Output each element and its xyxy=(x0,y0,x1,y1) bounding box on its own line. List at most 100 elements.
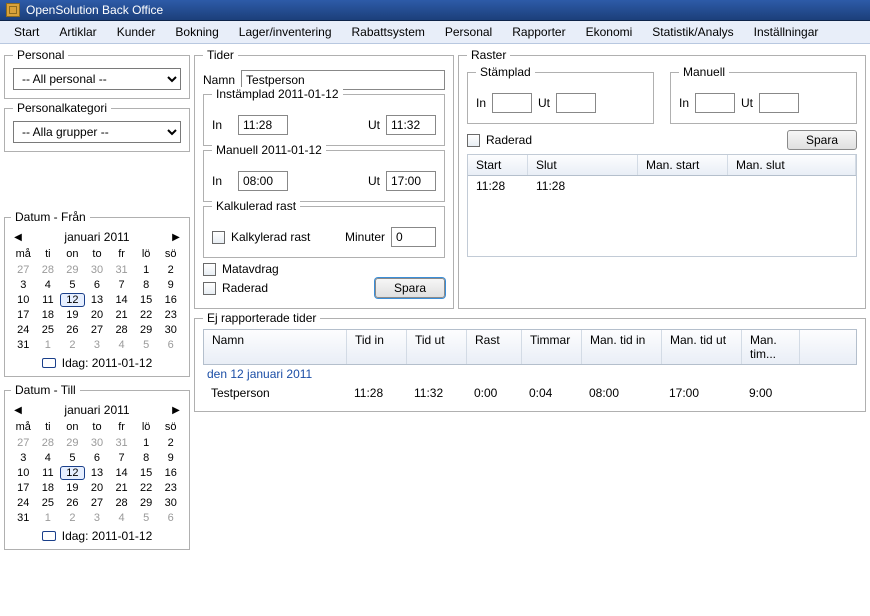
minuter-input[interactable] xyxy=(391,227,436,247)
cal-day[interactable]: 9 xyxy=(158,278,183,292)
cal-day[interactable]: 28 xyxy=(109,496,134,510)
cal-day[interactable]: 30 xyxy=(85,263,110,277)
cal-day[interactable]: 5 xyxy=(134,338,159,352)
cal-day[interactable]: 14 xyxy=(109,466,134,480)
raster-raderad-checkbox[interactable]: Raderad xyxy=(467,133,532,147)
cal-day[interactable]: 16 xyxy=(158,466,183,480)
menu-start[interactable]: Start xyxy=(4,21,49,43)
ej-row[interactable]: Testperson11:2811:320:000:0408:0017:009:… xyxy=(203,383,857,403)
cal-day[interactable]: 30 xyxy=(158,323,183,337)
cal-day[interactable]: 27 xyxy=(11,436,36,450)
col-tidin[interactable]: Tid in xyxy=(347,330,407,364)
cal-day[interactable]: 3 xyxy=(11,451,36,465)
col-tidut[interactable]: Tid ut xyxy=(407,330,467,364)
cal-to-today[interactable]: Idag: 2011-01-12 xyxy=(62,529,153,543)
col-mantidut[interactable]: Man. tid ut xyxy=(662,330,742,364)
cal-day[interactable]: 24 xyxy=(11,496,36,510)
cal-day[interactable]: 13 xyxy=(85,466,110,480)
cal-day[interactable]: 18 xyxy=(36,481,61,495)
raster-spara-button[interactable]: Spara xyxy=(787,130,857,150)
menu-ekonomi[interactable]: Ekonomi xyxy=(576,21,643,43)
cal-day[interactable]: 28 xyxy=(109,323,134,337)
cal-day[interactable]: 5 xyxy=(60,278,85,292)
cal-day[interactable]: 1 xyxy=(134,436,159,450)
cal-day[interactable]: 2 xyxy=(60,338,85,352)
cal-day[interactable]: 5 xyxy=(60,451,85,465)
cal-day[interactable]: 22 xyxy=(134,308,159,322)
cal-day[interactable]: 3 xyxy=(85,511,110,525)
kategori-select[interactable]: -- Alla grupper -- xyxy=(13,121,181,143)
cal-day[interactable]: 10 xyxy=(11,466,36,480)
cal-day[interactable]: 4 xyxy=(109,511,134,525)
cal-day[interactable]: 3 xyxy=(85,338,110,352)
cal-day[interactable]: 25 xyxy=(36,323,61,337)
cal-day[interactable]: 4 xyxy=(36,278,61,292)
instamplad-in-input[interactable] xyxy=(238,115,288,135)
cal-day[interactable]: 21 xyxy=(109,308,134,322)
cal-day[interactable]: 4 xyxy=(36,451,61,465)
ej-date-group[interactable]: den 12 januari 2011 xyxy=(203,365,857,383)
cal-day[interactable]: 16 xyxy=(158,293,183,307)
cal-day[interactable]: 31 xyxy=(109,263,134,277)
menu-rapporter[interactable]: Rapporter xyxy=(502,21,575,43)
cal-day[interactable]: 11 xyxy=(36,466,61,480)
cal-day[interactable]: 29 xyxy=(134,496,159,510)
col-mantim[interactable]: Man. tim... xyxy=(742,330,800,364)
cal-day[interactable]: 7 xyxy=(109,278,134,292)
raster-row[interactable]: 11:2811:28 xyxy=(468,176,856,196)
menu-instllningar[interactable]: Inställningar xyxy=(744,21,829,43)
menu-lagerinventering[interactable]: Lager/inventering xyxy=(229,21,342,43)
cal-day[interactable]: 21 xyxy=(109,481,134,495)
cal-day[interactable]: 23 xyxy=(158,481,183,495)
cal-prev-icon[interactable]: ◀ xyxy=(11,230,25,244)
cal-day[interactable]: 3 xyxy=(11,278,36,292)
menu-rabattsystem[interactable]: Rabattsystem xyxy=(342,21,435,43)
raster-manuell-in-input[interactable] xyxy=(695,93,735,113)
cal-day[interactable]: 19 xyxy=(60,481,85,495)
cal-day[interactable]: 1 xyxy=(36,511,61,525)
cal-day[interactable]: 4 xyxy=(109,338,134,352)
instamplad-ut-input[interactable] xyxy=(386,115,436,135)
cal-day[interactable]: 6 xyxy=(85,451,110,465)
raster-manuell-ut-input[interactable] xyxy=(759,93,799,113)
cal-day[interactable]: 15 xyxy=(134,466,159,480)
col-manstart[interactable]: Man. start xyxy=(638,155,728,175)
cal-day[interactable]: 15 xyxy=(134,293,159,307)
cal-day[interactable]: 30 xyxy=(158,496,183,510)
cal-day[interactable]: 23 xyxy=(158,308,183,322)
tider-spara-button[interactable]: Spara xyxy=(375,278,445,298)
cal-prev-icon[interactable]: ◀ xyxy=(11,403,25,417)
col-manslut[interactable]: Man. slut xyxy=(728,155,856,175)
cal-day[interactable]: 26 xyxy=(60,496,85,510)
cal-day[interactable]: 6 xyxy=(158,338,183,352)
cal-from-today[interactable]: Idag: 2011-01-12 xyxy=(62,356,153,370)
cal-day[interactable]: 2 xyxy=(60,511,85,525)
cal-day[interactable]: 19 xyxy=(60,308,85,322)
cal-day[interactable]: 6 xyxy=(85,278,110,292)
cal-day[interactable]: 26 xyxy=(60,323,85,337)
cal-day[interactable]: 11 xyxy=(36,293,61,307)
cal-day[interactable]: 18 xyxy=(36,308,61,322)
cal-day[interactable]: 30 xyxy=(85,436,110,450)
col-namn[interactable]: Namn xyxy=(204,330,347,364)
cal-day[interactable]: 27 xyxy=(85,496,110,510)
cal-day[interactable]: 31 xyxy=(11,511,36,525)
matavdrag-checkbox[interactable]: Matavdrag xyxy=(203,262,279,276)
cal-day[interactable]: 25 xyxy=(36,496,61,510)
cal-day[interactable]: 28 xyxy=(36,436,61,450)
cal-day[interactable]: 1 xyxy=(134,263,159,277)
cal-day[interactable]: 8 xyxy=(134,451,159,465)
cal-day[interactable]: 5 xyxy=(134,511,159,525)
cal-day[interactable]: 12 xyxy=(60,293,85,307)
cal-day[interactable]: 12 xyxy=(60,466,85,480)
cal-day[interactable]: 17 xyxy=(11,481,36,495)
col-start[interactable]: Start xyxy=(468,155,528,175)
cal-day[interactable]: 6 xyxy=(158,511,183,525)
cal-day[interactable]: 31 xyxy=(109,436,134,450)
cal-day[interactable]: 7 xyxy=(109,451,134,465)
cal-day[interactable]: 9 xyxy=(158,451,183,465)
stamplad-in-input[interactable] xyxy=(492,93,532,113)
cal-day[interactable]: 22 xyxy=(134,481,159,495)
cal-day[interactable]: 13 xyxy=(85,293,110,307)
manuell-in-input[interactable] xyxy=(238,171,288,191)
